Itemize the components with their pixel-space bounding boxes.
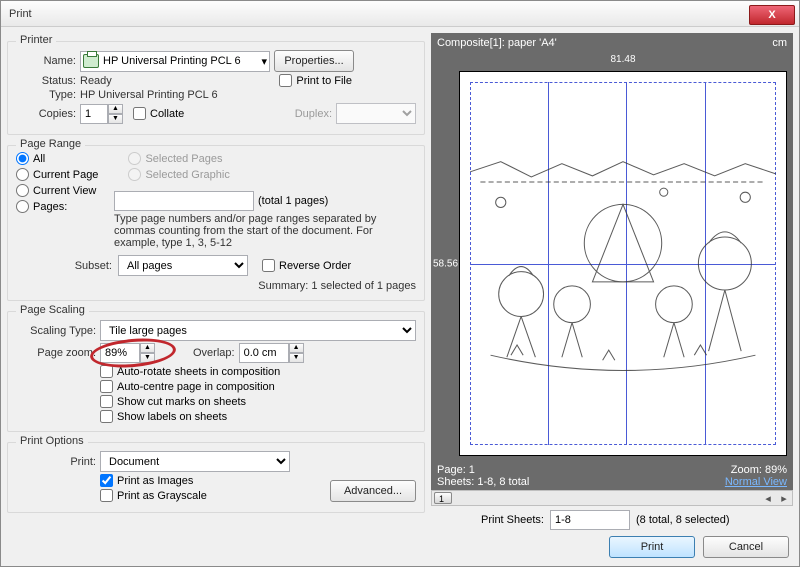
preview-unit: cm: [772, 37, 787, 49]
range-current-view-radio[interactable]: Current View: [16, 184, 98, 197]
auto-rotate-checkbox[interactable]: Auto-rotate sheets in composition: [100, 365, 416, 378]
copies-input[interactable]: [80, 104, 108, 124]
printer-status-label: Status:: [16, 75, 76, 87]
cut-marks-checkbox[interactable]: Show cut marks on sheets: [100, 395, 416, 408]
printer-name-value: HP Universal Printing PCL 6: [103, 55, 257, 67]
overlap-label: Overlap:: [193, 347, 235, 359]
advanced-button[interactable]: Advanced...: [330, 480, 416, 502]
printer-icon: [83, 54, 99, 68]
collate-checkbox[interactable]: Collate: [133, 107, 184, 120]
ruler-left: 58.56: [431, 71, 459, 456]
spin-down-icon[interactable]: ▼: [140, 353, 155, 363]
page-scaling-group: Scaling Type: Tile large pages Page zoom…: [7, 311, 425, 432]
print-sheets-info: (8 total, 8 selected): [636, 514, 730, 526]
preview-header: Composite[1]: paper 'A4' cm: [431, 33, 793, 53]
preview-title: Composite[1]: paper 'A4': [437, 37, 557, 49]
auto-centre-checkbox[interactable]: Auto-centre page in composition: [100, 380, 416, 393]
copies-spinner[interactable]: ▲▼: [80, 104, 123, 124]
pages-hint: Type page numbers and/or page ranges sep…: [114, 213, 394, 249]
preview-scrollbar[interactable]: 1 ◂ ▸: [431, 490, 793, 506]
overlap-input[interactable]: [239, 343, 289, 363]
pages-input[interactable]: [114, 191, 254, 211]
duplex-label: Duplex:: [295, 108, 332, 120]
preview-page-label: Page: 1: [437, 464, 529, 476]
range-selected-pages-radio: Selected Pages: [128, 152, 229, 165]
spin-up-icon[interactable]: ▲: [140, 343, 155, 353]
close-button[interactable]: X: [749, 5, 795, 25]
print-as-grayscale-checkbox[interactable]: Print as Grayscale: [100, 489, 207, 502]
scrollbar-thumb[interactable]: 1: [434, 492, 452, 504]
page-zoom-input[interactable]: [100, 343, 140, 363]
print-options-group: Print: Document Print as Images Print as…: [7, 442, 425, 513]
cancel-button[interactable]: Cancel: [703, 536, 789, 558]
spin-up-icon[interactable]: ▲: [289, 343, 304, 353]
print-dialog: Print X Name: HP Universal Printing PCL …: [0, 0, 800, 567]
preview-artwork: [460, 72, 786, 455]
range-current-page-radio[interactable]: Current Page: [16, 168, 98, 181]
window-title: Print: [9, 8, 32, 20]
ruler-left-value: 58.56: [433, 258, 458, 269]
print-sheets-label: Print Sheets:: [481, 514, 544, 526]
duplex-select: [336, 103, 416, 124]
scaling-type-label: Scaling Type:: [16, 325, 96, 337]
print-what-label: Print:: [16, 456, 96, 468]
close-icon: X: [768, 9, 775, 21]
preview-sheets-label: Sheets: 1-8, 8 total: [437, 476, 529, 488]
range-all-radio[interactable]: All: [16, 152, 98, 165]
scroll-left-icon[interactable]: ◂: [760, 492, 776, 505]
subset-label: Subset:: [72, 260, 112, 272]
printer-group: Name: HP Universal Printing PCL 6 ▾ Prop…: [7, 41, 425, 135]
spin-down-icon[interactable]: ▼: [289, 353, 304, 363]
copies-label: Copies:: [16, 108, 76, 120]
preview-zoom-label: Zoom: 89%: [725, 464, 787, 476]
ruler-top-value: 81.48: [610, 54, 635, 65]
print-sheets-input[interactable]: [550, 510, 630, 530]
scaling-type-select[interactable]: Tile large pages: [100, 320, 416, 341]
preview-canvas: 81.48 58.56: [431, 53, 793, 462]
normal-view-link[interactable]: Normal View: [725, 476, 787, 488]
print-as-images-checkbox[interactable]: Print as Images: [100, 474, 207, 487]
titlebar: Print X: [1, 1, 799, 27]
properties-button[interactable]: Properties...: [274, 50, 354, 72]
subset-select[interactable]: All pages: [118, 255, 248, 276]
print-what-select[interactable]: Document: [100, 451, 290, 472]
preview-status: Page: 1 Sheets: 1-8, 8 total Zoom: 89% N…: [431, 462, 793, 490]
reverse-order-checkbox[interactable]: Reverse Order: [262, 259, 351, 272]
print-button[interactable]: Print: [609, 536, 695, 558]
printer-type-label: Type:: [16, 89, 76, 101]
printer-name-select[interactable]: HP Universal Printing PCL 6 ▾: [80, 51, 270, 72]
scroll-right-icon[interactable]: ▸: [776, 492, 792, 505]
page-zoom-label: Page zoom:: [16, 347, 96, 359]
page-range-summary: Summary: 1 selected of 1 pages: [16, 280, 416, 292]
ruler-top: 81.48: [459, 53, 787, 71]
printer-type-value: HP Universal Printing PCL 6: [80, 89, 218, 101]
page-zoom-spinner[interactable]: ▲▼: [100, 343, 155, 363]
print-to-file-checkbox[interactable]: Print to File: [279, 74, 352, 87]
spin-down-icon[interactable]: ▼: [108, 114, 123, 124]
printer-status-value: Ready: [80, 75, 112, 87]
page-range-group: All Current Page Current View Pages: Sel…: [7, 145, 425, 301]
range-selected-graphic-radio: Selected Graphic: [128, 168, 229, 181]
total-pages-label: (total 1 pages): [258, 195, 328, 207]
chevron-down-icon: ▾: [261, 55, 267, 68]
spin-up-icon[interactable]: ▲: [108, 104, 123, 114]
range-pages-radio[interactable]: Pages:: [16, 200, 98, 213]
printer-name-label: Name:: [16, 55, 76, 67]
labels-checkbox[interactable]: Show labels on sheets: [100, 410, 416, 423]
overlap-spinner[interactable]: ▲▼: [239, 343, 304, 363]
preview-page: [459, 71, 787, 456]
